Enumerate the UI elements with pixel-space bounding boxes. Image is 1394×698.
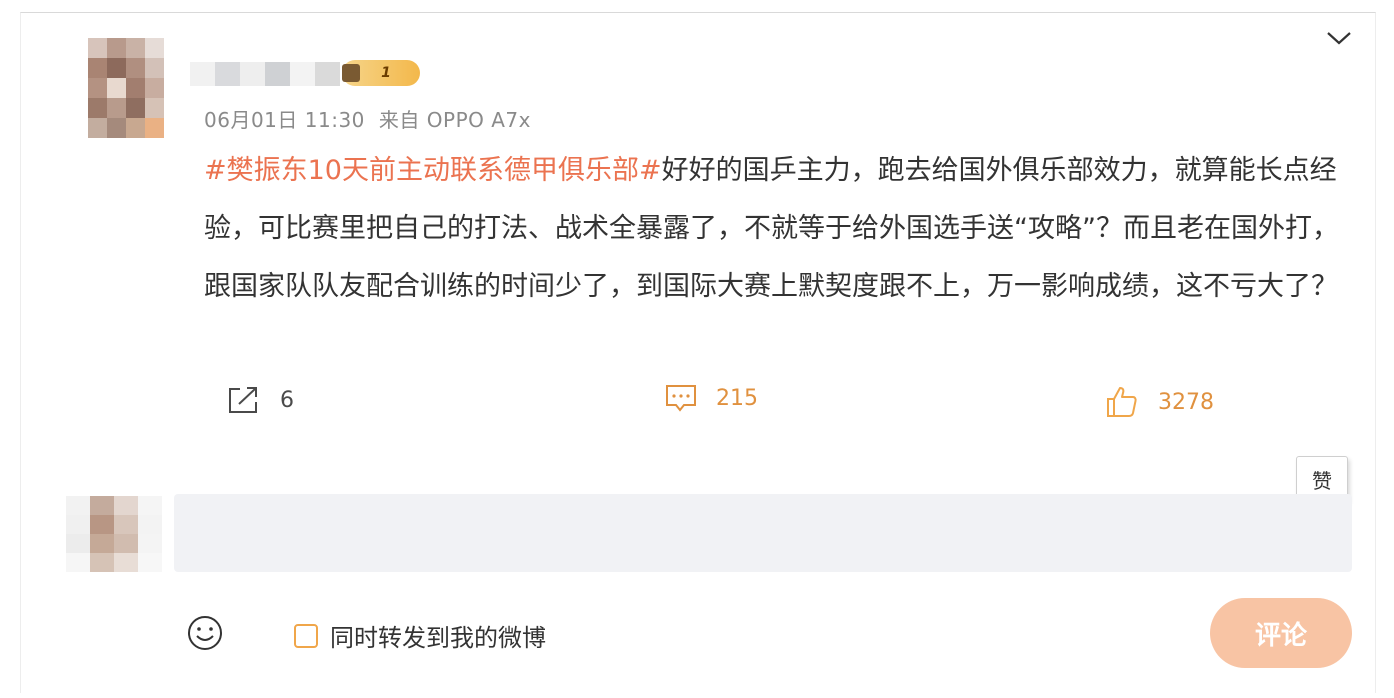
repost-count: 6 (280, 387, 294, 413)
action-bar: 6 215 3278 (0, 376, 1394, 426)
comment-meta: 06月01日 11:30 来自 OPPO A7x (204, 104, 531, 133)
comment-content: #樊振东10天前主动联系德甲俱乐部#好好的国乒主力，跑去给国外俱乐部效力，就算能… (204, 142, 1354, 316)
repost-also-checkbox[interactable]: 同时转发到我的微博 (294, 618, 546, 653)
repost-icon (229, 387, 257, 413)
reply-avatar (66, 496, 162, 572)
repost-also-label: 同时转发到我的微博 (330, 624, 546, 652)
like-button[interactable]: 3278 (1104, 384, 1214, 420)
thumb-up-icon (1107, 387, 1137, 417)
checkbox-box[interactable] (294, 623, 318, 648)
chevron-down-icon[interactable] (1324, 26, 1354, 50)
comment-time: 06月01日 11:30 (204, 108, 365, 132)
hashtag-link[interactable]: #樊振东10天前主动联系德甲俱乐部# (204, 155, 662, 186)
emoji-icon[interactable] (186, 614, 224, 652)
avatar[interactable] (88, 38, 164, 138)
repost-button[interactable]: 6 (226, 384, 294, 416)
like-count: 3278 (1158, 389, 1214, 415)
comment-source: 来自 OPPO A7x (378, 108, 531, 132)
username-blurred[interactable] (190, 62, 340, 86)
reply-input[interactable] (174, 494, 1352, 572)
badge-level-text: 1 (381, 65, 391, 81)
badge-decoration (342, 64, 360, 82)
submit-comment-button[interactable]: 评论 (1210, 598, 1352, 668)
comment-icon (666, 385, 696, 412)
user-level-badge: 1 (342, 60, 420, 86)
comment-button[interactable]: 215 (664, 382, 758, 414)
comment-count: 215 (716, 385, 758, 411)
